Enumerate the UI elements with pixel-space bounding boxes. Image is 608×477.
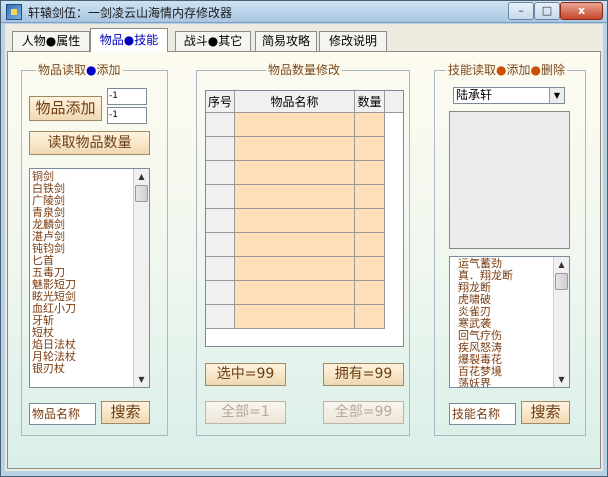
table-cell[interactable] <box>235 113 355 136</box>
table-cell <box>206 305 235 328</box>
skill-detail-box <box>449 111 570 249</box>
app-window: 轩辕剑伍：一剑凌云山海情内存修改器 – □ x 人物●属性 物品●技能 战斗●其… <box>0 0 608 477</box>
item-count-field[interactable]: -1 <box>107 107 147 124</box>
table-row[interactable] <box>206 305 385 329</box>
scroll-up-arrow-icon[interactable]: ▲ <box>134 169 149 184</box>
scroll-up-arrow-icon[interactable]: ▲ <box>554 257 569 272</box>
table-cell <box>206 137 235 160</box>
table-row[interactable] <box>206 113 385 137</box>
item-list-scrollbar[interactable]: ▲ ▼ <box>133 169 149 387</box>
table-row[interactable] <box>206 281 385 305</box>
close-button[interactable]: x <box>560 2 603 20</box>
item-search-button[interactable]: 搜索 <box>101 401 150 424</box>
scroll-down-arrow-icon[interactable]: ▼ <box>554 372 569 387</box>
skill-search-button[interactable]: 搜索 <box>521 401 570 424</box>
items-group-title-a: 物品读取 <box>38 63 87 77</box>
item-search-input[interactable]: 物品名称 <box>29 403 96 425</box>
tab-strip: 人物●属性 物品●技能 战斗●其它 简易攻略 修改说明 <box>8 28 598 52</box>
tab-panel: 物品读取●添加 物品添加 -1 -1 读取物品数量 铜剑 白铁剑 广陵剑 青泉剑… <box>7 51 601 469</box>
skills-group-title-dot: ● <box>530 63 541 77</box>
skills-group-title: 技能读取●添加●删除 <box>446 63 568 77</box>
skills-group-title-b: 添加 <box>506 63 531 77</box>
skill-search-input[interactable]: 技能名称 <box>449 403 516 425</box>
quantity-group: 物品数量修改 序号 物品名称 数量 选中=99 拥有=99 全部=1 全部=99 <box>196 63 410 436</box>
table-cell[interactable] <box>355 161 385 184</box>
items-group-title: 物品读取●添加 <box>36 63 123 77</box>
set-owned-99-button[interactable]: 拥有=99 <box>323 363 404 386</box>
maximize-button[interactable]: □ <box>534 2 560 20</box>
table-cell[interactable] <box>235 161 355 184</box>
add-item-button[interactable]: 物品添加 <box>29 96 102 121</box>
title-bar[interactable]: 轩辕剑伍：一剑凌云山海情内存修改器 – □ x <box>1 1 607 23</box>
table-row[interactable] <box>206 161 385 185</box>
quantity-group-title: 物品数量修改 <box>266 63 343 77</box>
skill-listbox[interactable]: 运气蓄劲 真．翔龙断 翔龙断 虎啸破 炎雀刃 寒武袭 回气疗伤 疾风怒涛 爆裂毒… <box>449 256 570 388</box>
scroll-thumb[interactable] <box>555 273 568 290</box>
item-id-field[interactable]: -1 <box>107 88 147 105</box>
table-cell[interactable] <box>235 233 355 256</box>
table-cell <box>206 113 235 136</box>
window-title: 轩辕剑伍：一剑凌云山海情内存修改器 <box>28 6 233 20</box>
character-select[interactable]: 陆承轩 ▼ <box>453 87 565 104</box>
table-cell <box>206 161 235 184</box>
col-qty-header: 数量 <box>355 91 385 113</box>
read-item-quantity-button[interactable]: 读取物品数量 <box>29 131 150 155</box>
skills-group: 技能读取●添加●删除 陆承轩 ▼ 运气蓄劲 真．翔龙断 翔龙断 虎啸破 炎雀刃 … <box>434 63 586 436</box>
col-name-header: 物品名称 <box>235 91 355 113</box>
table-cell[interactable] <box>355 185 385 208</box>
set-selected-99-button[interactable]: 选中=99 <box>205 363 286 386</box>
table-cell <box>206 209 235 232</box>
chevron-down-icon[interactable]: ▼ <box>549 88 564 103</box>
scroll-down-arrow-icon[interactable]: ▼ <box>134 372 149 387</box>
set-all-99-button[interactable]: 全部=99 <box>323 401 404 424</box>
items-group-title-dot: ● <box>86 63 97 77</box>
client-area: 人物●属性 物品●技能 战斗●其它 简易攻略 修改说明 物品读取●添加 物品添加… <box>5 24 603 471</box>
tab-items-skills[interactable]: 物品●技能 <box>90 28 168 52</box>
skills-group-title-dot: ● <box>496 63 507 77</box>
set-all-1-button[interactable]: 全部=1 <box>205 401 286 424</box>
table-cell[interactable] <box>355 137 385 160</box>
table-cell[interactable] <box>235 281 355 304</box>
table-cell[interactable] <box>355 281 385 304</box>
item-quantity-grid[interactable]: 序号 物品名称 数量 <box>205 90 404 347</box>
grid-header: 序号 物品名称 数量 <box>206 91 403 113</box>
items-group-title-b: 添加 <box>96 63 121 77</box>
table-cell[interactable] <box>355 233 385 256</box>
table-cell[interactable] <box>355 113 385 136</box>
tab-walkthrough[interactable]: 简易攻略 <box>255 31 317 51</box>
list-item[interactable]: 荡妖界 <box>450 378 554 388</box>
col-index-header: 序号 <box>206 91 235 113</box>
table-row[interactable] <box>206 209 385 233</box>
table-cell[interactable] <box>355 305 385 328</box>
tab-instructions[interactable]: 修改说明 <box>319 31 387 51</box>
table-cell <box>206 185 235 208</box>
list-item[interactable]: 银刃杖 <box>30 363 134 375</box>
item-listbox[interactable]: 铜剑 白铁剑 广陵剑 青泉剑 龙麟剑 湛卢剑 钝钧剑 匕首 五毒刀 魅影短刀 眩… <box>29 168 150 388</box>
table-cell[interactable] <box>355 257 385 280</box>
table-row[interactable] <box>206 257 385 281</box>
table-cell[interactable] <box>235 209 355 232</box>
table-cell[interactable] <box>235 305 355 328</box>
table-cell[interactable] <box>235 137 355 160</box>
table-cell[interactable] <box>235 185 355 208</box>
app-icon[interactable] <box>6 4 22 20</box>
tab-character-attributes[interactable]: 人物●属性 <box>12 31 90 51</box>
table-cell <box>206 233 235 256</box>
items-group: 物品读取●添加 物品添加 -1 -1 读取物品数量 铜剑 白铁剑 广陵剑 青泉剑… <box>21 63 168 436</box>
minimize-button[interactable]: – <box>508 2 534 20</box>
table-cell[interactable] <box>235 257 355 280</box>
character-select-value: 陆承轩 <box>456 88 493 102</box>
table-row[interactable] <box>206 185 385 209</box>
table-cell[interactable] <box>355 209 385 232</box>
table-cell <box>206 257 235 280</box>
table-row[interactable] <box>206 233 385 257</box>
skills-group-title-a: 技能读取 <box>448 63 497 77</box>
table-row[interactable] <box>206 137 385 161</box>
scroll-thumb[interactable] <box>135 185 148 202</box>
skills-group-title-c: 删除 <box>541 63 566 77</box>
tab-battle-other[interactable]: 战斗●其它 <box>175 31 251 51</box>
skill-list-scrollbar[interactable]: ▲ ▼ <box>553 257 569 387</box>
table-cell <box>206 281 235 304</box>
